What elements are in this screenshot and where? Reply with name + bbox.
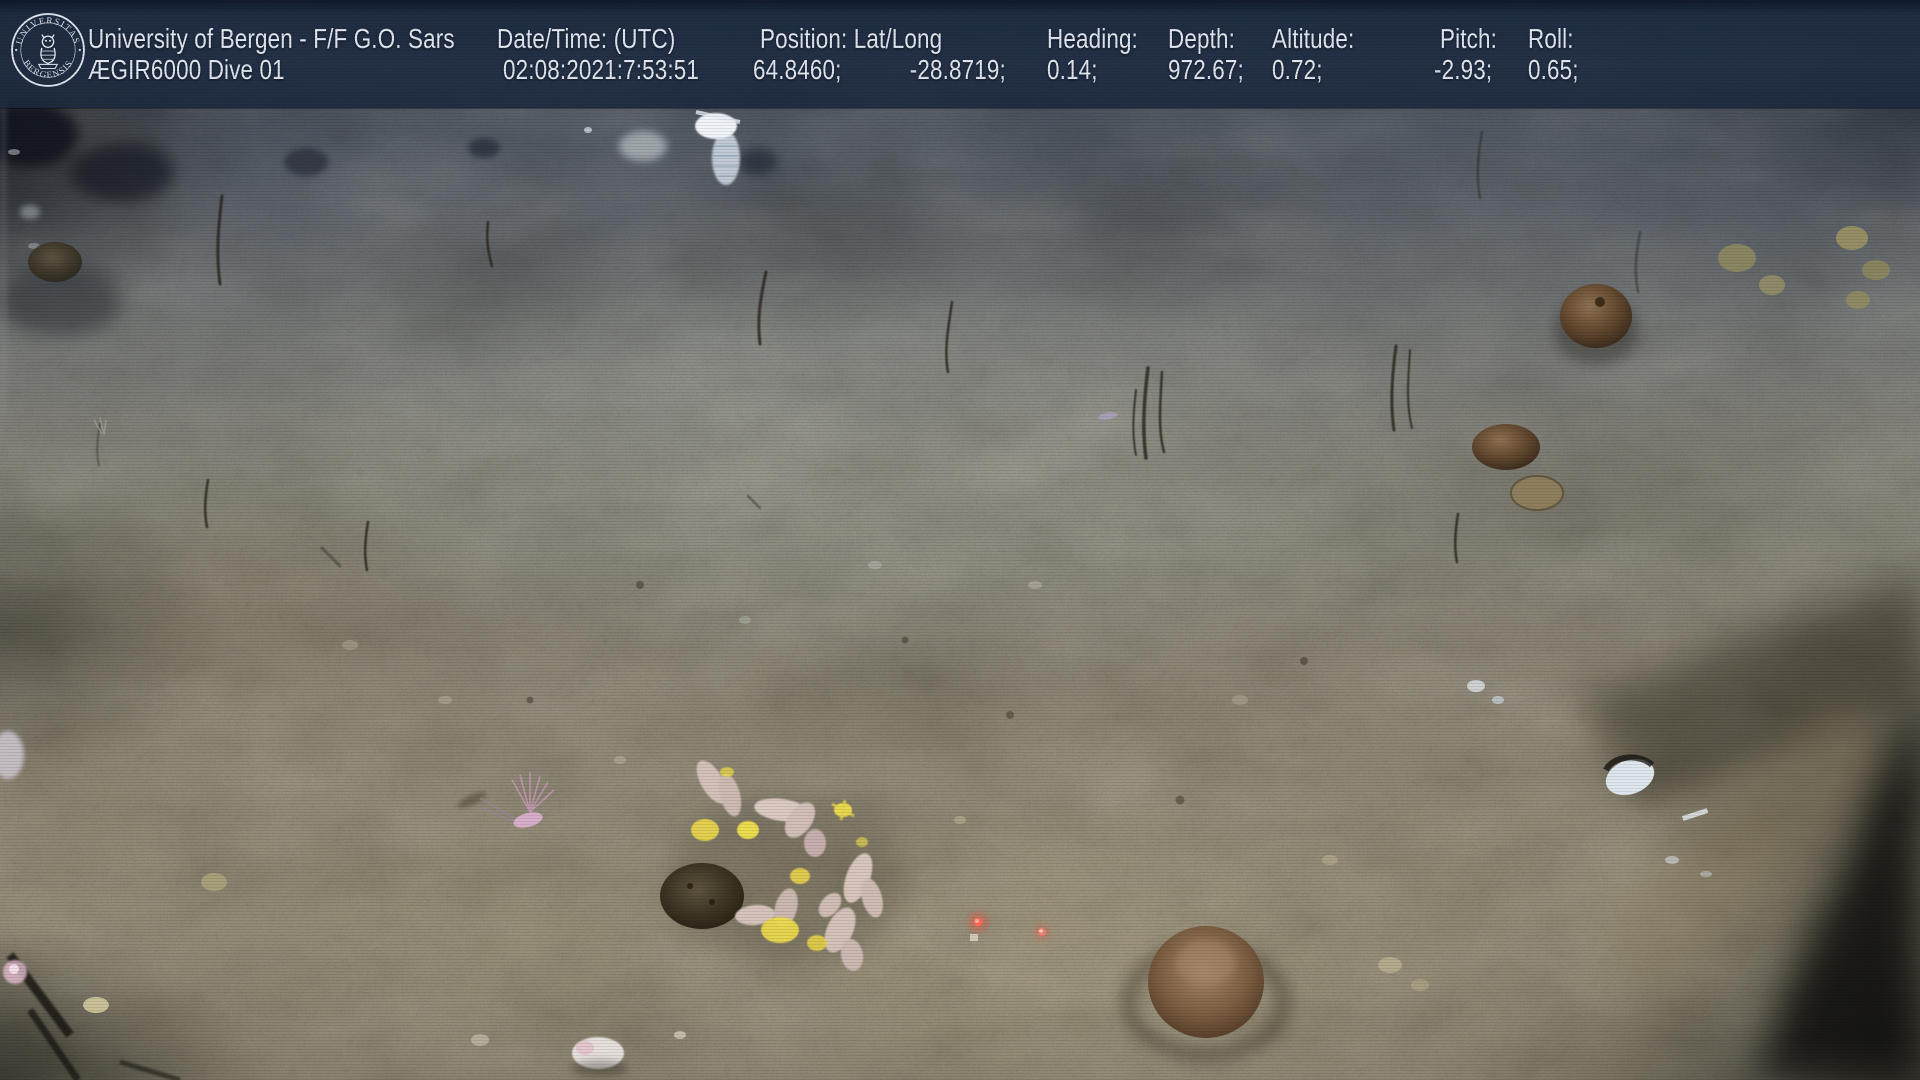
rov-video-frame: UNIVERSITAS BERGENSIS University of Berg… [0,0,1920,1080]
roll-label: Roll: [1528,24,1574,54]
datetime-label: Date/Time: (UTC) [497,24,675,54]
depth-value: 972.67; [1168,55,1244,85]
logo-ring-text-top: UNIVERSITAS [14,15,82,45]
svg-text:UNIVERSITAS: UNIVERSITAS [14,15,82,45]
heading-label: Heading: [1047,24,1138,54]
altitude-value: 0.72; [1272,55,1323,85]
heading-value: 0.14; [1047,55,1098,85]
latitude-value: 64.8460; [753,54,841,85]
university-logo: UNIVERSITAS BERGENSIS [9,11,87,89]
pitch-label: Pitch: [1440,24,1497,54]
roll-value: 0.65; [1528,55,1579,85]
vessel-title: University of Bergen - F/F G.O. Sars [88,24,455,54]
position-values: 64.8460; -28.8719; [753,55,841,85]
longitude-value: -28.8719; [910,55,1006,85]
telemetry-hud-bar: UNIVERSITAS BERGENSIS University of Berg… [0,0,1920,108]
position-label: Position: Lat/Long [760,24,942,54]
owl-icon [39,35,57,69]
altitude-label: Altitude: [1272,24,1354,54]
depth-label: Depth: [1168,24,1235,54]
seafloor-feature-layer [0,0,1920,1080]
datetime-value: 02:08:2021:7:53:51 [503,55,699,85]
pitch-value: -2.93; [1434,55,1492,85]
dive-title: ÆGIR6000 Dive 01 [88,55,285,85]
